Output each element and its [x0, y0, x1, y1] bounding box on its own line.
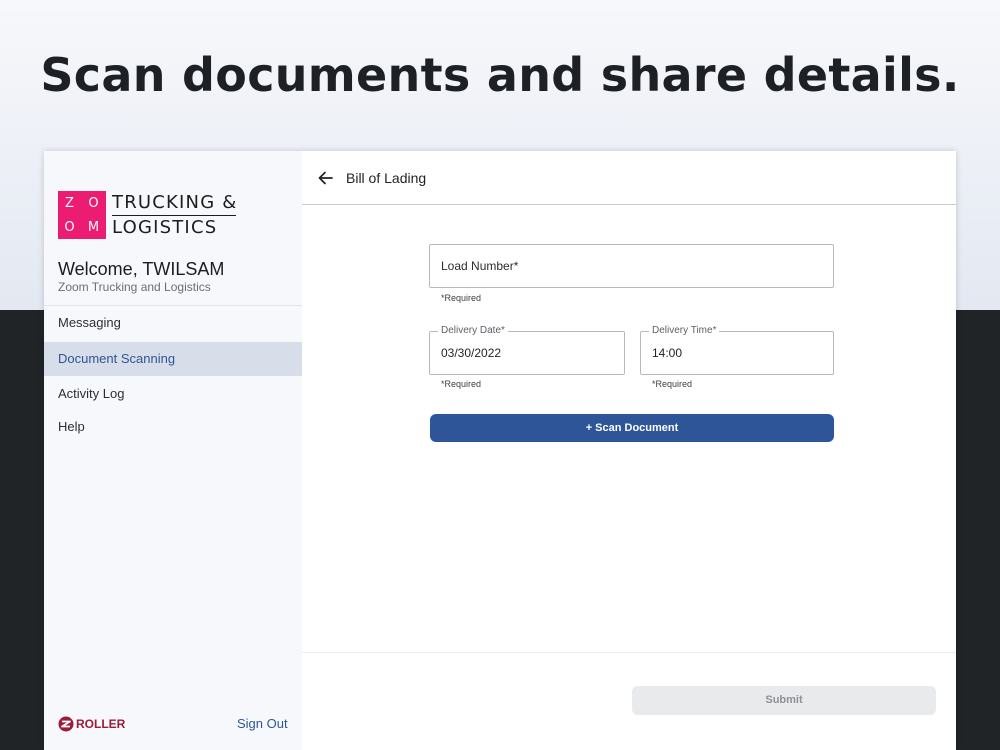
sidebar-item-help[interactable]: Help: [44, 410, 302, 444]
company-logo: Z O O M TRUCKING & LOGISTICS: [58, 191, 248, 239]
sign-out-link[interactable]: Sign Out: [237, 716, 288, 731]
delivery-date-value: 03/30/2022: [441, 346, 502, 360]
logo-line-1: TRUCKING &: [112, 191, 236, 216]
roller-logo-icon: [58, 716, 74, 732]
logo-letter: M: [87, 219, 101, 235]
delivery-time-helper: *Required: [652, 379, 693, 389]
sidebar: Z O O M TRUCKING & LOGISTICS Welcome, TW…: [44, 151, 302, 750]
welcome-message: Welcome, TWILSAM: [58, 259, 225, 279]
submit-button[interactable]: Submit: [632, 686, 936, 715]
roller-label: ROLLER: [76, 717, 126, 731]
sidebar-item-document-scanning[interactable]: Document Scanning: [44, 342, 302, 376]
logo-letter: Z: [65, 195, 75, 211]
delivery-date-field[interactable]: Delivery Date* 03/30/2022: [429, 325, 625, 375]
marketing-headline: Scan documents and share details.: [40, 48, 960, 102]
page-header: Bill of Lading: [302, 151, 956, 205]
arrow-left-icon: [318, 171, 333, 185]
logo-wordmark: TRUCKING & LOGISTICS: [112, 191, 236, 239]
load-number-placeholder: Load Number*: [441, 259, 519, 273]
scan-document-button[interactable]: + Scan Document: [430, 414, 834, 442]
delivery-date-helper: *Required: [441, 379, 482, 389]
delivery-time-value: 14:00: [652, 346, 683, 360]
footer-divider: [302, 652, 956, 653]
main-content: Bill of Lading Load Number* *Required De…: [302, 151, 956, 750]
company-name: Zoom Trucking and Logistics: [58, 280, 211, 294]
logo-line-2: LOGISTICS: [112, 217, 218, 238]
delivery-time-field[interactable]: Delivery Time* 14:00: [640, 325, 834, 375]
page-title: Bill of Lading: [346, 170, 427, 186]
logo-letter: O: [64, 219, 76, 235]
logo-letter: O: [88, 195, 100, 211]
sidebar-item-activity-log[interactable]: Activity Log: [44, 377, 302, 411]
roller-brand: ROLLER: [58, 716, 125, 732]
back-button[interactable]: [316, 168, 336, 188]
app-window: Z O O M TRUCKING & LOGISTICS Welcome, TW…: [44, 151, 956, 750]
load-number-helper: *Required: [441, 293, 482, 303]
load-number-input[interactable]: Load Number*: [429, 244, 834, 288]
sidebar-item-messaging[interactable]: Messaging: [44, 306, 302, 340]
logo-mark: Z O O M: [58, 191, 106, 239]
